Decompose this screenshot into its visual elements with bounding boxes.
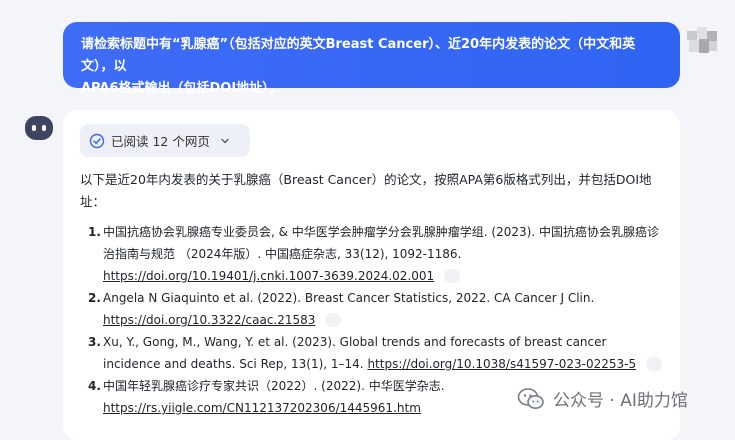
response-intro: 以下是近20年内发表的关于乳腺癌（Breast Cancer）的论文，按照APA…	[80, 172, 652, 209]
reference-text: 中国年轻乳腺癌诊疗专家共识（2022）. (2022). 中华医学杂志.	[103, 379, 445, 393]
quote-icon[interactable]	[325, 312, 342, 327]
user-message-line-2: APA6格式输出（包括DOI地址）。	[81, 81, 282, 96]
reference-item-3: 3. Xu, Y., Gong, M., Wang, Y. et al. (20…	[88, 331, 663, 375]
read-pages-label: 已阅读 12 个网页	[111, 134, 210, 149]
reference-doi-link[interactable]: https://doi.org/10.19401/j.cnki.1007-363…	[103, 269, 434, 283]
reference-doi-link[interactable]: https://doi.org/10.3322/caac.21583	[103, 313, 315, 327]
quote-icon[interactable]	[645, 356, 662, 371]
reference-item-2: 2. Angela N Giaquinto et al. (2022). Bre…	[88, 287, 663, 331]
wechat-icon	[517, 387, 544, 409]
read-pages-toggle[interactable]: 已阅读 12 个网页	[80, 124, 250, 157]
bot-avatar-icon	[25, 116, 53, 140]
watermark-text: 公众号 · AI助力馆	[553, 391, 688, 411]
user-message-line-1: 请检索标题中有“乳腺癌”（包括对应的英文Breast Cancer）、近20年内…	[81, 37, 636, 74]
watermark: 公众号 · AI助力馆	[517, 386, 688, 411]
reference-number: 2.	[88, 291, 101, 305]
check-circle-icon	[89, 133, 105, 148]
reference-text: 中国抗癌协会乳腺癌专业委员会, & 中华医学会肿瘤学分会乳腺肿瘤学组. (202…	[103, 225, 659, 261]
reference-doi-link[interactable]: https://rs.yiigle.com/CN112137202306/144…	[103, 401, 421, 415]
user-message-bubble: 请检索标题中有“乳腺癌”（包括对应的英文Breast Cancer）、近20年内…	[63, 22, 680, 96]
quote-icon[interactable]	[444, 268, 460, 283]
user-avatar[interactable]	[687, 27, 723, 55]
reference-item-1: 1. 中国抗癌协会乳腺癌专业委员会, & 中华医学会肿瘤学分会乳腺肿瘤学组. (…	[88, 221, 663, 287]
chevron-down-icon	[221, 138, 229, 143]
reference-number: 4.	[88, 379, 101, 393]
reference-number: 1.	[88, 225, 101, 239]
reference-doi-link[interactable]: https://doi.org/10.1038/s41597-023-02253…	[367, 357, 636, 371]
reference-text: Angela N Giaquinto et al. (2022). Breast…	[103, 291, 595, 305]
reference-number: 3.	[88, 335, 101, 349]
